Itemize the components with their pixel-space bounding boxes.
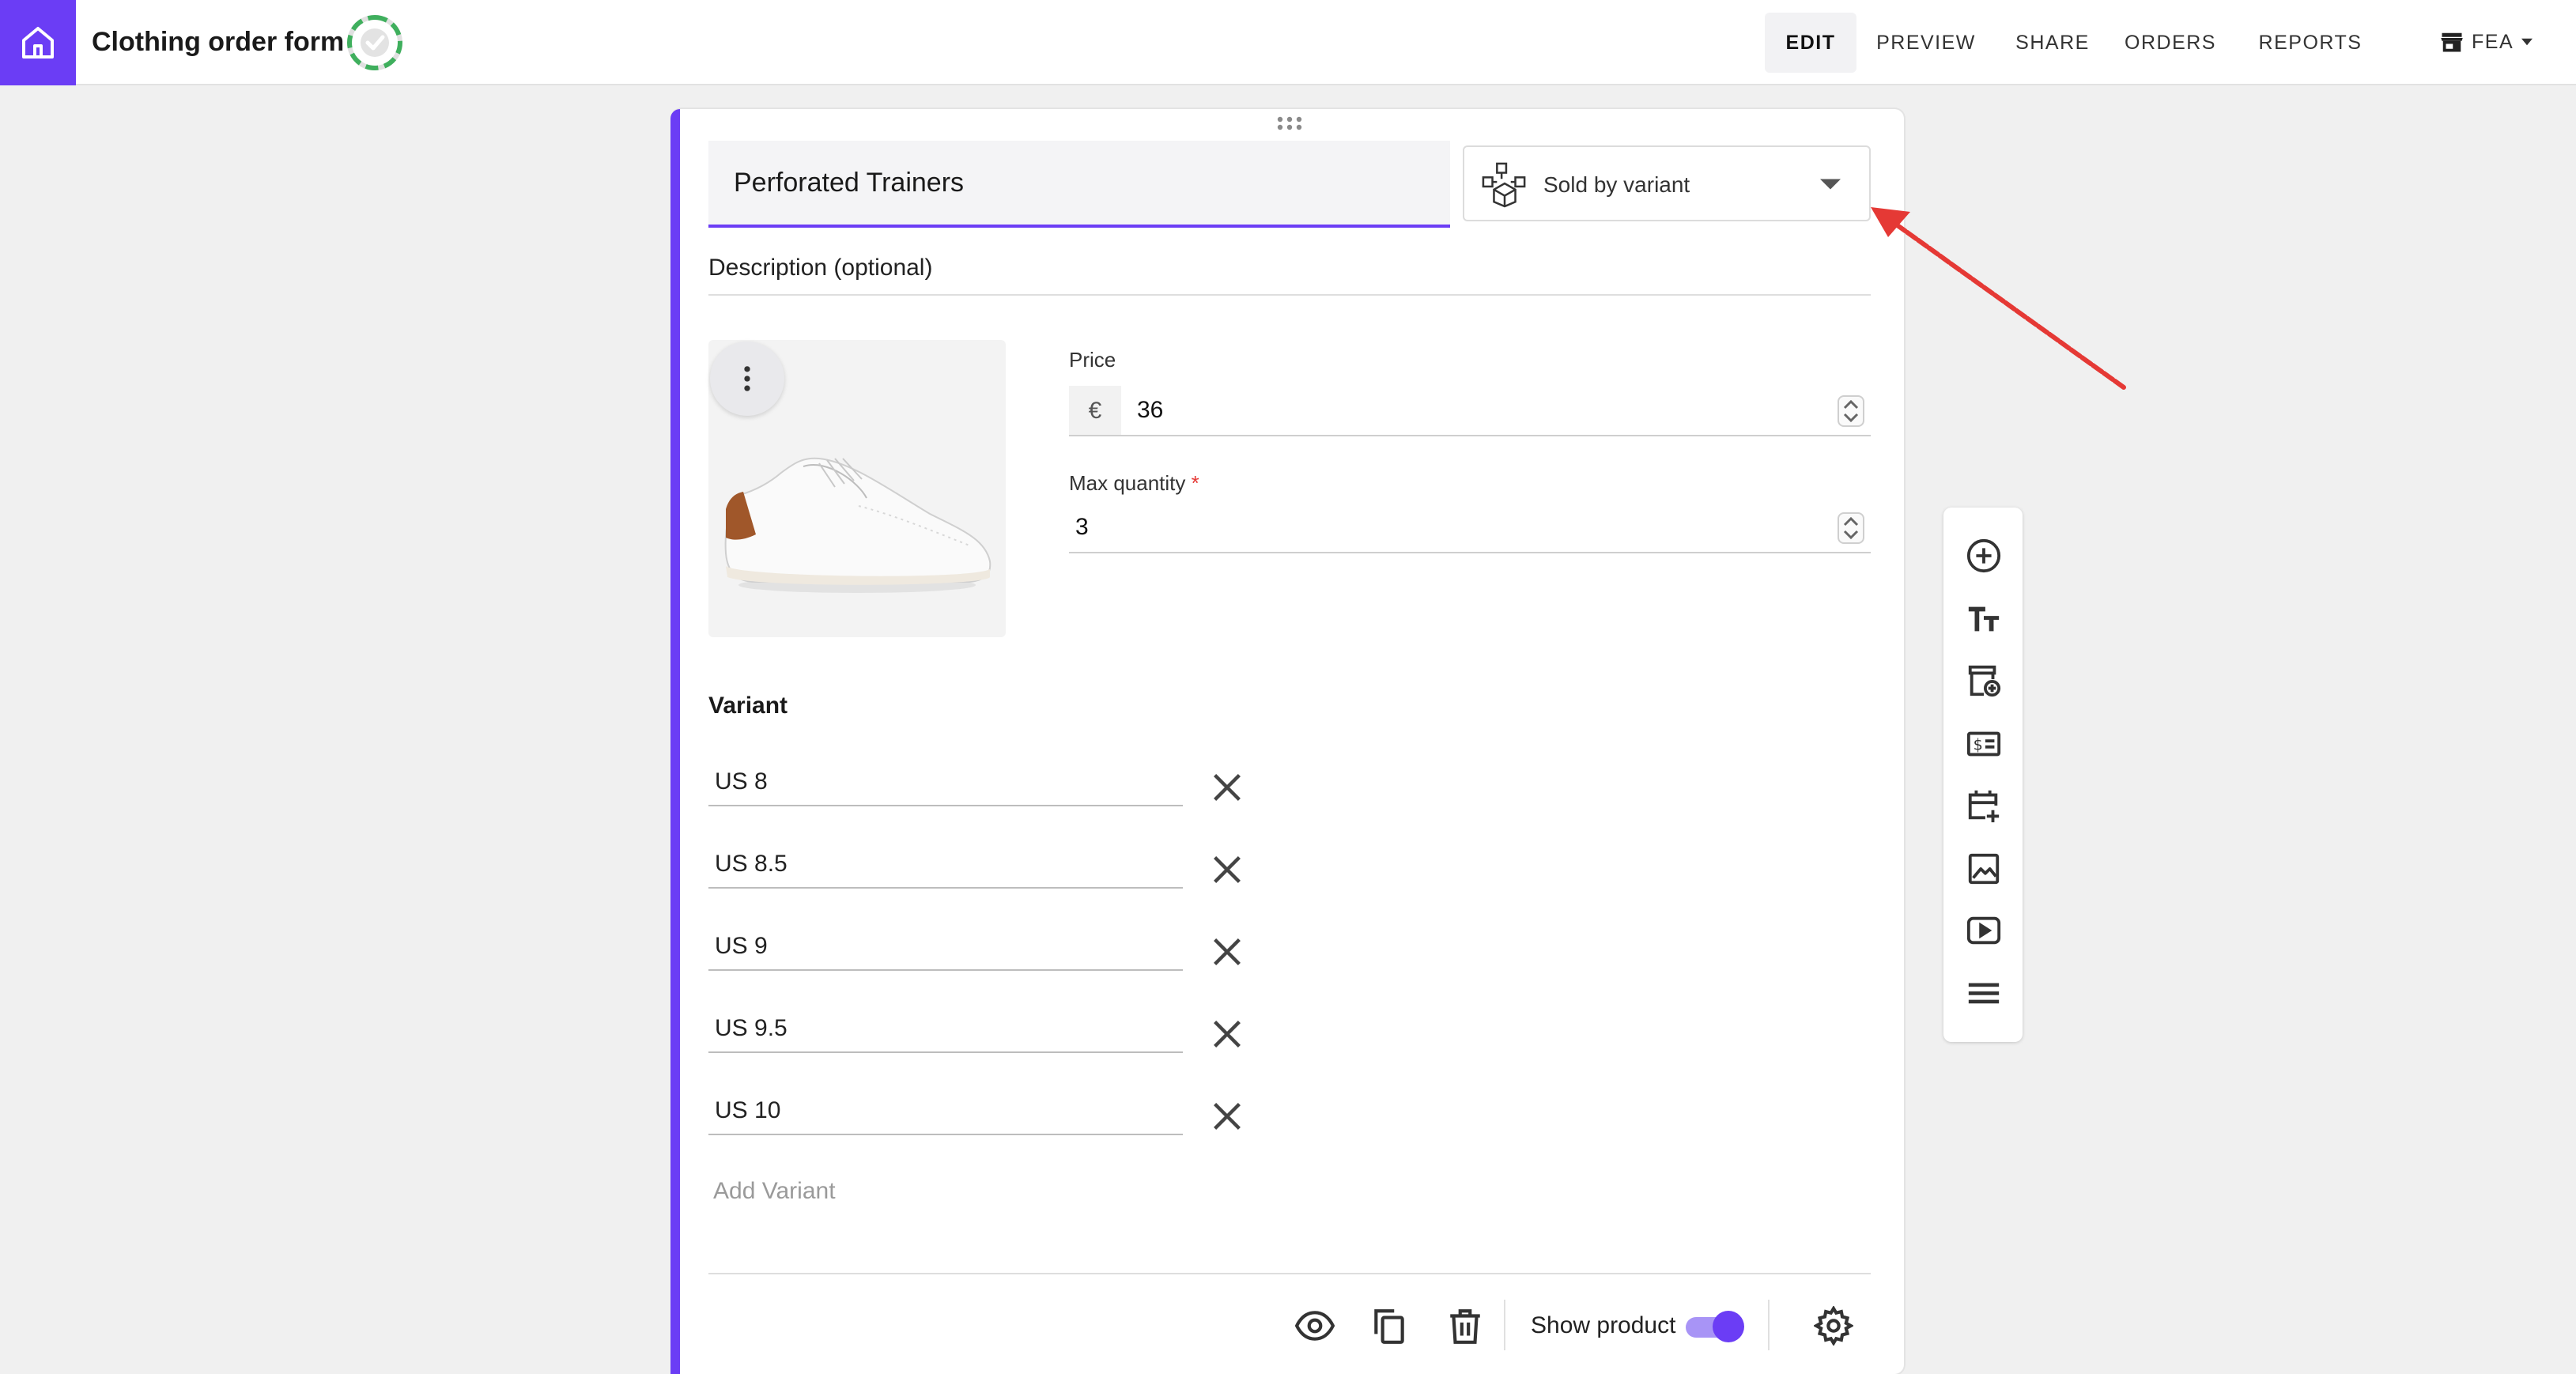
section-divider-icon[interactable] <box>1966 976 2002 1012</box>
tab-edit[interactable]: EDIT <box>1765 13 1856 73</box>
add-variant-input[interactable]: Add Variant <box>713 1178 836 1205</box>
price-input[interactable]: 36 <box>1137 397 1163 424</box>
price-label: Price <box>1069 348 1116 372</box>
tab-share[interactable]: SHARE <box>2008 13 2097 73</box>
image-options-button[interactable] <box>710 342 784 416</box>
form-title[interactable]: Clothing order form <box>92 24 344 60</box>
stepper-arrows-icon <box>1843 399 1859 423</box>
variant-boxes-icon <box>1482 162 1526 208</box>
add-element-toolbar: $ <box>1943 508 2023 1042</box>
description-underline <box>708 294 1871 296</box>
tab-preview[interactable]: PREVIEW <box>1868 13 1985 73</box>
tab-orders[interactable]: ORDERS <box>2119 13 2222 73</box>
top-bar: Clothing order form EDIT PREVIEW SHARE O… <box>0 0 2576 85</box>
variant-input[interactable]: US 9 <box>715 933 768 960</box>
show-product-label: Show product <box>1531 1312 1676 1338</box>
variant-underline <box>708 1134 1183 1135</box>
close-icon[interactable] <box>1210 934 1245 969</box>
home-icon <box>22 27 54 59</box>
close-icon[interactable] <box>1210 852 1245 887</box>
product-name-input[interactable]: Perforated Trainers <box>708 141 1450 228</box>
add-product-icon[interactable] <box>1966 662 2002 699</box>
show-product-toggle[interactable] <box>1683 1311 1746 1342</box>
home-button[interactable] <box>0 0 76 85</box>
variant-underline <box>708 887 1183 889</box>
store-icon <box>2441 32 2463 52</box>
toggle-knob <box>1713 1311 1744 1342</box>
text-icon[interactable] <box>1966 601 2002 637</box>
store-label: FEA <box>2472 30 2514 53</box>
gear-icon[interactable] <box>1814 1306 1853 1346</box>
store-menu[interactable]: FEA <box>2440 24 2533 60</box>
trash-icon[interactable] <box>1445 1306 1485 1346</box>
footer-divider <box>708 1273 1871 1274</box>
footer-separator <box>1768 1300 1770 1350</box>
close-icon[interactable] <box>1210 770 1245 805</box>
chevron-down-icon <box>1820 179 1841 190</box>
product-name-value: Perforated Trainers <box>734 168 965 198</box>
variant-underline <box>708 805 1183 806</box>
required-mark: * <box>1191 471 1199 495</box>
saved-status-icon <box>347 15 402 70</box>
card-accent-bar <box>670 109 680 1374</box>
eye-icon[interactable] <box>1295 1306 1335 1346</box>
stepper-arrows-icon <box>1843 516 1859 540</box>
max-quantity-input[interactable]: 3 <box>1075 514 1089 541</box>
price-tag-icon[interactable]: $ <box>1966 726 2002 762</box>
video-icon[interactable] <box>1966 912 2002 949</box>
max-quantity-underline <box>1069 552 1871 553</box>
sold-by-value: Sold by variant <box>1543 172 1690 197</box>
close-icon[interactable] <box>1210 1017 1245 1051</box>
image-icon[interactable] <box>1966 851 2002 887</box>
variant-underline <box>708 969 1183 971</box>
max-quantity-label: Max quantity * <box>1069 471 1199 495</box>
sold-by-select[interactable]: Sold by variant <box>1463 145 1871 221</box>
variant-input[interactable]: US 10 <box>715 1097 780 1124</box>
variant-underline <box>708 1051 1183 1053</box>
svg-text:$: $ <box>1974 736 1983 754</box>
more-vertical-icon <box>744 366 750 391</box>
max-quantity-stepper[interactable] <box>1838 512 1864 544</box>
product-card <box>672 109 1904 1374</box>
variant-input[interactable]: US 8.5 <box>715 851 788 878</box>
add-circle-icon[interactable] <box>1966 538 2002 574</box>
currency-symbol: € <box>1069 386 1121 436</box>
drag-handle-icon[interactable] <box>1276 115 1303 131</box>
footer-separator <box>1504 1300 1505 1350</box>
price-underline <box>1069 435 1871 436</box>
variant-input[interactable]: US 9.5 <box>715 1015 788 1042</box>
tab-reports[interactable]: REPORTS <box>2255 13 2366 73</box>
copy-icon[interactable] <box>1369 1306 1409 1346</box>
variant-input[interactable]: US 8 <box>715 768 768 795</box>
price-stepper[interactable] <box>1838 395 1864 427</box>
variant-section-title: Variant <box>708 693 788 719</box>
description-field[interactable]: Description (optional) <box>708 255 932 281</box>
close-icon[interactable] <box>1210 1099 1245 1134</box>
caret-down-icon <box>2521 38 2533 46</box>
add-event-icon[interactable] <box>1966 787 2002 824</box>
